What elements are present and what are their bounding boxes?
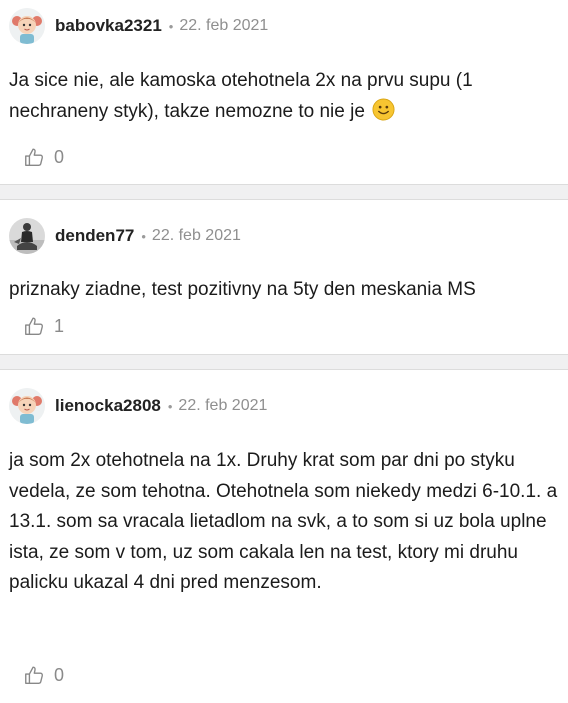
comment-post: babovka2321 • 22. feb 2021 Ja sice nie, … [0, 0, 568, 184]
comment-header: babovka2321 • 22. feb 2021 [9, 8, 568, 44]
comment-text: ja som 2x otehotnela na 1x. Druhy krat s… [9, 450, 558, 593]
comment-post: denden77 • 22. feb 2021 priznaky ziadne,… [0, 200, 568, 354]
comment-text: priznaky ziadne, test pozitivny na 5ty d… [9, 279, 476, 300]
meta-separator: • [168, 18, 174, 34]
thumbs-up-icon [25, 666, 44, 684]
like-count: 0 [54, 146, 65, 167]
comment-post: lienocka2808 • 22. feb 2021 ja som 2x ot… [0, 370, 568, 703]
like-count: 0 [54, 664, 65, 685]
avatar-photo[interactable] [9, 218, 45, 254]
comment-header: lienocka2808 • 22. feb 2021 [9, 388, 568, 424]
like-count: 1 [54, 315, 65, 336]
avatar-girl-icon[interactable] [9, 8, 45, 44]
meta-separator: • [141, 228, 146, 244]
like-button[interactable]: 0 [23, 664, 64, 686]
username[interactable]: lienocka2808 [55, 396, 161, 416]
post-divider [0, 184, 568, 200]
post-date: 22. feb 2021 [151, 227, 241, 244]
post-divider [0, 354, 568, 370]
post-date: 22. feb 2021 [178, 397, 268, 414]
username[interactable]: denden77 [55, 226, 134, 246]
avatar-girl-icon[interactable] [9, 388, 45, 424]
meta-separator: • [167, 398, 173, 414]
thumbs-up-icon [25, 148, 44, 166]
comment-header: denden77 • 22. feb 2021 [9, 218, 568, 254]
smiley-emoji-icon [372, 98, 395, 121]
like-button[interactable]: 1 [23, 315, 64, 337]
thumbs-up-icon [25, 317, 44, 335]
comment-text: Ja sice nie, ale kamoska otehotnela 2x n… [9, 70, 473, 122]
like-button[interactable]: 0 [23, 146, 64, 168]
post-date: 22. feb 2021 [179, 17, 269, 34]
username[interactable]: babovka2321 [55, 16, 162, 36]
